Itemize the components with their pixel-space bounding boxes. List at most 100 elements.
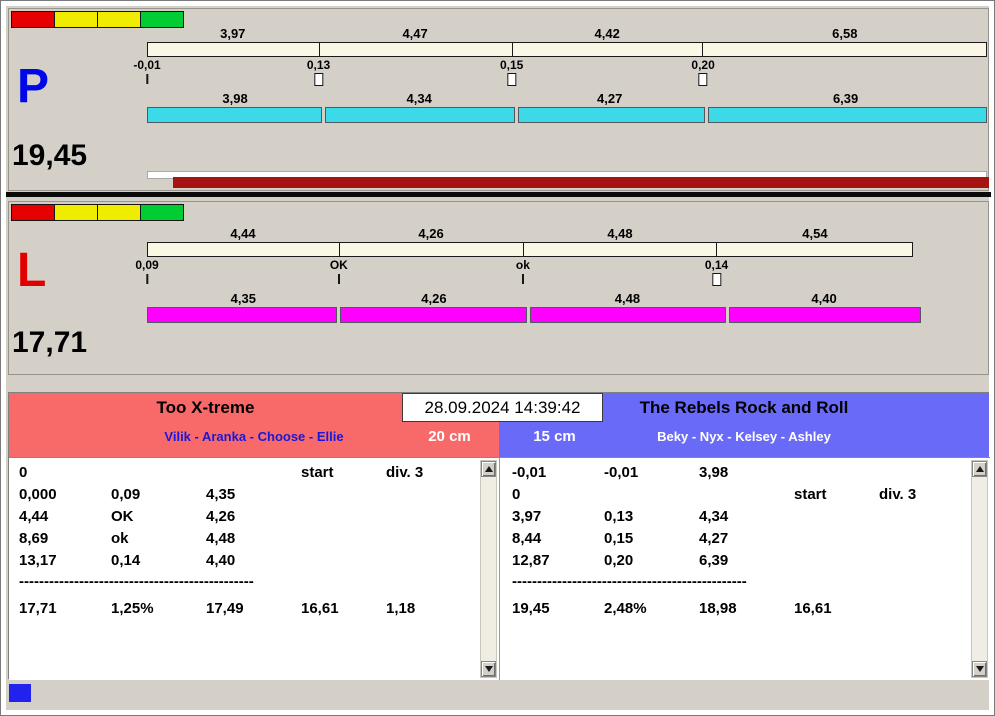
table-cell xyxy=(794,550,879,572)
lane-L-total: 17,71 xyxy=(12,326,88,359)
tick-label: -0,01 xyxy=(133,58,161,72)
tick-marker-line xyxy=(521,274,524,284)
table-row: 0 start div. 3 xyxy=(19,462,499,484)
exchange-ticks: 0,09 OK ok 0,14 xyxy=(135,257,987,287)
legend-yellow-segment xyxy=(54,11,98,28)
split-label: 4,35 xyxy=(230,291,256,306)
split-label: 3,98 xyxy=(222,91,248,106)
arrow-up-icon xyxy=(484,466,493,472)
table-cell: 1,25% xyxy=(111,600,154,617)
table-row: 8,44 0,15 4,27 xyxy=(512,528,990,550)
legend-yellow2-segment xyxy=(97,204,141,221)
table-row: 12,87 0,20 6,39 xyxy=(512,550,990,572)
tick-label: 0,20 xyxy=(691,58,715,72)
split-label: 4,44 xyxy=(230,226,256,241)
split-label: 4,48 xyxy=(607,226,633,241)
table-cell: 0,15 xyxy=(604,530,634,547)
table-cell: 8,44 xyxy=(512,530,542,547)
table-cell: 6,39 xyxy=(699,552,729,569)
split-label: 6,39 xyxy=(832,91,859,106)
table-cell: OK xyxy=(111,508,134,525)
scroll-up-button[interactable] xyxy=(481,461,496,477)
datetime-display: 28.09.2024 14:39:42 xyxy=(402,393,603,422)
table-row: 0 start div. 3 xyxy=(512,484,990,506)
split-segment xyxy=(717,243,912,256)
split-segment xyxy=(517,107,705,123)
results-table-right: -0,01 -0,01 3,98 0 start div. 3 3,97 0,13 4,34 8,… xyxy=(499,457,990,680)
scroll-down-button[interactable] xyxy=(972,661,987,677)
race-progress-fill xyxy=(173,177,989,188)
table-cell: ok xyxy=(111,530,129,547)
tick-2: ok xyxy=(516,258,530,284)
table-cell xyxy=(301,506,386,528)
tick-1: 0,13 xyxy=(307,58,330,86)
table-cell: -0,01 xyxy=(604,464,639,481)
table-row: 3,97 0,13 4,34 xyxy=(512,506,990,528)
tick-0: -0,01 xyxy=(133,58,161,84)
split-label: 4,40 xyxy=(811,291,837,306)
table-rows: 0 start div. 3 0,000 0,09 4,35 4,44 OK 4,26 8,69 o… xyxy=(19,462,499,572)
table-cell: 4,40 xyxy=(206,552,236,569)
team-left-name: Too X-treme xyxy=(156,398,255,417)
table-cell: 8,69 xyxy=(19,530,49,547)
app-window: P 19,45 3,97 4,47 4,42 6,58 -0,01 0,13 0… xyxy=(0,0,995,716)
table-cell: start xyxy=(794,486,827,503)
exchange-ticks: -0,01 0,13 0,15 0,20 xyxy=(133,57,987,87)
table-cell: 16,61 xyxy=(301,600,339,617)
tick-label: OK xyxy=(329,258,348,272)
tick-label: 0,15 xyxy=(499,58,524,72)
table-row: -0,01 -0,01 3,98 xyxy=(512,462,990,484)
lower-split-labels: 4,35 4,26 4,48 4,40 xyxy=(147,291,921,307)
table-cell: 0 xyxy=(512,486,521,503)
split-label: 4,42 xyxy=(594,26,620,41)
split-label: 4,34 xyxy=(406,91,432,106)
split-segment xyxy=(148,243,340,256)
upper-split-labels: 3,97 4,47 4,42 6,58 xyxy=(147,26,987,42)
table-cell: start xyxy=(301,464,334,481)
lane-P-total: 19,45 xyxy=(12,139,88,172)
legend-yellow2-segment xyxy=(97,11,141,28)
scrollbar-left[interactable] xyxy=(480,460,497,678)
table-cell: 0,14 xyxy=(111,552,141,569)
table-cell: 4,27 xyxy=(699,530,729,547)
split-segment xyxy=(529,307,726,323)
signal-legend xyxy=(11,204,184,221)
lane-L-splits-bar xyxy=(147,307,922,323)
upper-splits-bar xyxy=(147,42,987,57)
table-totals-row: 19,45 2,48% 18,98 16,61 xyxy=(512,598,990,620)
team-left-distance: 20 cm xyxy=(428,428,471,445)
tick-2: 0,15 xyxy=(500,58,523,86)
scroll-down-button[interactable] xyxy=(481,661,496,677)
lane-P-panel: P 19,45 3,97 4,47 4,42 6,58 -0,01 0,13 0… xyxy=(8,8,989,191)
lane-L-panel: L 17,71 4,44 4,26 4,48 4,54 0,09 OK ok 0… xyxy=(8,201,989,375)
split-label: 4,27 xyxy=(597,91,623,106)
scrollbar-right[interactable] xyxy=(971,460,988,678)
table-cell: 13,17 xyxy=(19,552,57,569)
table-cell: 4,26 xyxy=(206,508,236,525)
lane-P-bars: 3,97 4,47 4,42 6,58 -0,01 0,13 0,15 0,20… xyxy=(133,26,987,123)
tick-label: 0,09 xyxy=(135,258,159,272)
table-cell: 17,71 xyxy=(19,600,57,617)
table-cell: -0,01 xyxy=(512,464,547,481)
table-cell: 0,000 xyxy=(19,486,57,503)
table-cell: 16,61 xyxy=(794,600,832,617)
tick-3: 0,14 xyxy=(705,258,728,286)
legend-green-segment xyxy=(140,204,184,221)
table-cell: 0,13 xyxy=(604,508,634,525)
tick-marker-line xyxy=(145,274,148,284)
split-segment xyxy=(147,107,322,123)
tick-label: ok xyxy=(515,258,530,272)
results-panel: Too X-treme Vilik - Aranka - Choose - El… xyxy=(8,392,990,680)
table-cell: 0 xyxy=(19,464,28,481)
scroll-up-button[interactable] xyxy=(972,461,987,477)
table-cell xyxy=(301,528,386,550)
results-table-left: 0 start div. 3 0,000 0,09 4,35 4,44 OK 4,26 8,69 o… xyxy=(9,457,499,680)
table-cell: 2,48% xyxy=(604,600,647,617)
tick-marker-box xyxy=(712,273,722,286)
table-totals-row: 17,71 1,25% 17,49 16,61 1,18 xyxy=(19,598,499,620)
tick-0: 0,09 xyxy=(135,258,159,284)
upper-splits-bar xyxy=(147,242,914,257)
split-label: 6,58 xyxy=(832,26,858,41)
legend-red-segment xyxy=(11,11,55,28)
table-cell: 0,09 xyxy=(111,486,141,503)
